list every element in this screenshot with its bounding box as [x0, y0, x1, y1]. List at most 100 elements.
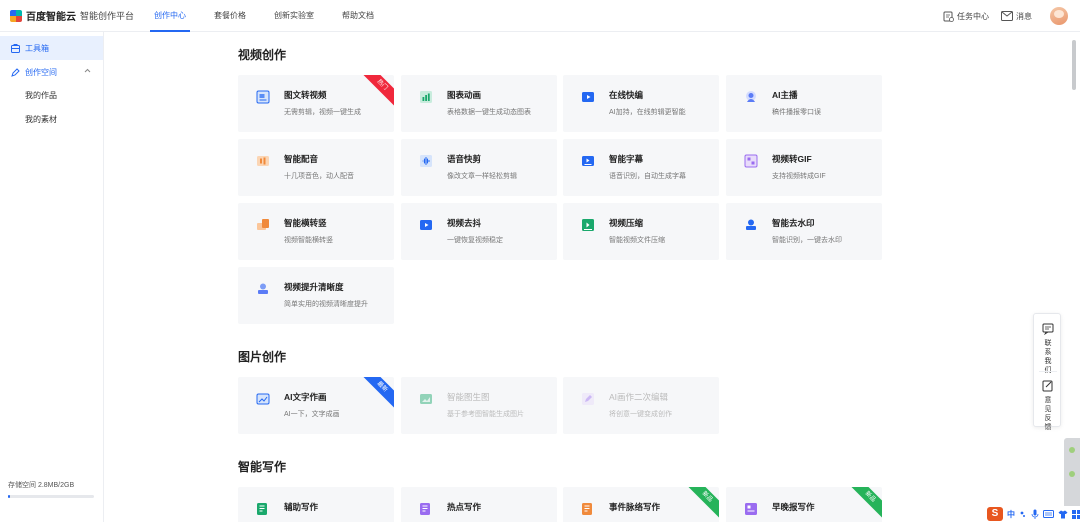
feedback-button[interactable]: 意见反馈	[1034, 380, 1062, 432]
sidebar-item-creation-space[interactable]: 创作空间	[0, 60, 103, 84]
tool-card[interactable]: 视频转GIF 支持视频转成GIF	[726, 139, 882, 196]
tool-card-title: AI画作二次编辑	[609, 392, 669, 402]
sidebar-item-my-materials[interactable]: 我的素材	[0, 108, 103, 132]
messages-label: 消息	[1016, 11, 1032, 21]
tool-card-title: 视频转GIF	[772, 154, 812, 164]
contact-us-button[interactable]: 联系我们	[1034, 323, 1062, 375]
tool-card-title: 智能图生图	[447, 392, 490, 402]
sidebar-item-toolbox[interactable]: 工具箱	[0, 36, 103, 60]
tool-card-title: AI主播	[772, 90, 798, 100]
tool-card[interactable]: 热点写作	[401, 487, 557, 522]
grid-menu-icon[interactable]	[1072, 509, 1080, 519]
tool-card-desc: 稿件播报零口误	[772, 109, 821, 116]
feedback-icon	[1042, 380, 1053, 392]
floating-help-panel: 联系我们 意见反馈	[1033, 313, 1062, 431]
watermark-icon	[744, 218, 758, 232]
mail-icon	[1001, 11, 1013, 21]
chevron-up-icon	[84, 68, 91, 73]
feedback-label: 意见反馈	[1044, 397, 1052, 431]
tool-card-desc: 十几项音色，动人配音	[284, 173, 354, 180]
nav-tab-creation-center[interactable]: 创作中心	[150, 0, 190, 32]
ime-mode[interactable]: 中	[1007, 509, 1015, 520]
ai-anchor-icon	[744, 90, 758, 104]
chat-icon	[1042, 323, 1054, 336]
microphone-icon[interactable]	[1031, 509, 1039, 519]
tool-card-desc: 无需剪辑，视频一键生成	[284, 109, 361, 116]
tool-card[interactable]: 早晚报写作 新品	[726, 487, 882, 522]
keyboard-icon[interactable]	[1043, 510, 1054, 518]
ime-toolbar[interactable]: S 中	[984, 506, 1080, 522]
nav-tab-innovation-lab[interactable]: 创新实验室	[274, 0, 314, 32]
sidebar-item-my-works[interactable]: 我的作品	[0, 84, 103, 108]
tool-card[interactable]: 视频压缩 智能视频文件压缩	[563, 203, 719, 260]
logo-text: 百度智能云	[26, 12, 76, 23]
image-gen-icon	[419, 392, 433, 406]
card-badge: 热门	[356, 75, 394, 111]
tool-card[interactable]: 辅助写作	[238, 487, 394, 522]
status-dot	[1069, 447, 1075, 453]
tool-card-desc: 支持视频转成GIF	[772, 173, 826, 180]
dubbing-icon	[256, 154, 270, 168]
tool-card-desc: 表格数据一键生成动态图表	[447, 109, 531, 116]
tool-card[interactable]: 智能配音十几项音色，动人配音	[238, 139, 394, 196]
tool-card[interactable]: 视频提升清晰度 简单实用的视频清晰度提升	[238, 267, 394, 324]
tool-card[interactable]: 智能横转竖 视频智能横转竖	[238, 203, 394, 260]
sidebar: 工具箱 创作空间 我的作品 我的素材 存储空间 2.8MB/2GB	[0, 32, 104, 522]
main-content: 视频创作 图片创作 智能写作 图文转视频 无需剪辑，视频一键生成 热门 图表动画 表格数…	[104, 32, 1064, 522]
tool-card-title: 智能去水印	[772, 218, 815, 228]
subtitle-icon	[581, 154, 595, 168]
tool-card[interactable]: 图文转视频 无需剪辑，视频一键生成 热门	[238, 75, 394, 132]
tool-card[interactable]: 在线快编 AI加持，在线剪辑更智能	[563, 75, 719, 132]
tool-card-desc: 智能识别，一键去水印	[772, 237, 842, 244]
tool-card-title: 热点写作	[447, 502, 482, 512]
task-center-link[interactable]: 任务中心	[943, 11, 989, 22]
tool-card-title: 智能字幕	[609, 154, 644, 164]
section-title-writing: 智能写作	[238, 460, 287, 474]
stabilize-icon	[419, 218, 433, 232]
tool-card-title: 早晚报写作	[772, 502, 815, 512]
main-nav: 创作中心 套餐价格 创新实验室 帮助文档	[150, 0, 402, 32]
tool-card[interactable]: 语音快剪 像改文章一样轻松剪辑	[401, 139, 557, 196]
timeline-write-icon	[581, 502, 595, 516]
tool-card-title: 智能配音	[284, 154, 319, 164]
section-title-video: 视频创作	[238, 48, 287, 62]
contact-us-label: 联系我们	[1044, 340, 1052, 374]
page-scrollbar[interactable]	[1072, 40, 1076, 90]
tool-card[interactable]: 事件脉络写作 新品	[563, 487, 719, 522]
divider	[1039, 371, 1057, 372]
storage-progress	[8, 495, 94, 498]
nav-tab-pricing[interactable]: 套餐价格	[214, 0, 246, 32]
assist-write-icon	[256, 502, 270, 516]
user-avatar[interactable]	[1050, 7, 1068, 25]
tool-card-title: 辅助写作	[284, 502, 319, 512]
shirt-icon[interactable]	[1058, 510, 1068, 519]
gif-icon	[744, 154, 758, 168]
daily-report-icon	[744, 502, 758, 516]
pencil-icon	[11, 67, 20, 77]
enhance-icon	[256, 282, 270, 296]
card-badge: 最新	[356, 377, 394, 413]
tool-card[interactable]: 视频去抖 一键恢复视频稳定	[401, 203, 557, 260]
card-badge: 新品	[844, 487, 882, 522]
tool-card-title: 图表动画	[447, 90, 482, 100]
status-dot	[1069, 471, 1075, 477]
chart-icon	[419, 90, 433, 104]
tool-card-title: AI文字作画	[284, 392, 327, 402]
tool-card[interactable]: AI文字作画 AI一下，文字成画 最新	[238, 377, 394, 434]
sidebar-item-label: 工具箱	[25, 43, 49, 53]
logo[interactable]: 百度智能云 智能创作平台	[10, 8, 150, 23]
task-center-icon	[943, 11, 954, 22]
tool-card-desc: AI一下，文字成画	[284, 411, 340, 418]
top-bar: 百度智能云 智能创作平台 创作中心 套餐价格 创新实验室 帮助文档 任务中心 消…	[0, 0, 1080, 32]
tool-card[interactable]: 图表动画表格数据一键生成动态图表	[401, 75, 557, 132]
nav-tab-help-docs[interactable]: 帮助文档	[342, 0, 374, 32]
section-title-image: 图片创作	[238, 350, 287, 364]
tool-card-desc: 视频智能横转竖	[284, 237, 333, 244]
messages-link[interactable]: 消息	[1001, 11, 1032, 22]
tool-card-desc: 基于参考图智能生成图片	[447, 411, 524, 418]
tool-card[interactable]: 智能字幕 语音识别，自动生成字幕	[563, 139, 719, 196]
tool-card-title: 视频去抖	[447, 218, 482, 228]
image-text-icon	[256, 90, 270, 104]
tool-card[interactable]: 智能去水印智能识别，一键去水印	[726, 203, 882, 260]
tool-card[interactable]: AI主播稿件播报零口误	[726, 75, 882, 132]
